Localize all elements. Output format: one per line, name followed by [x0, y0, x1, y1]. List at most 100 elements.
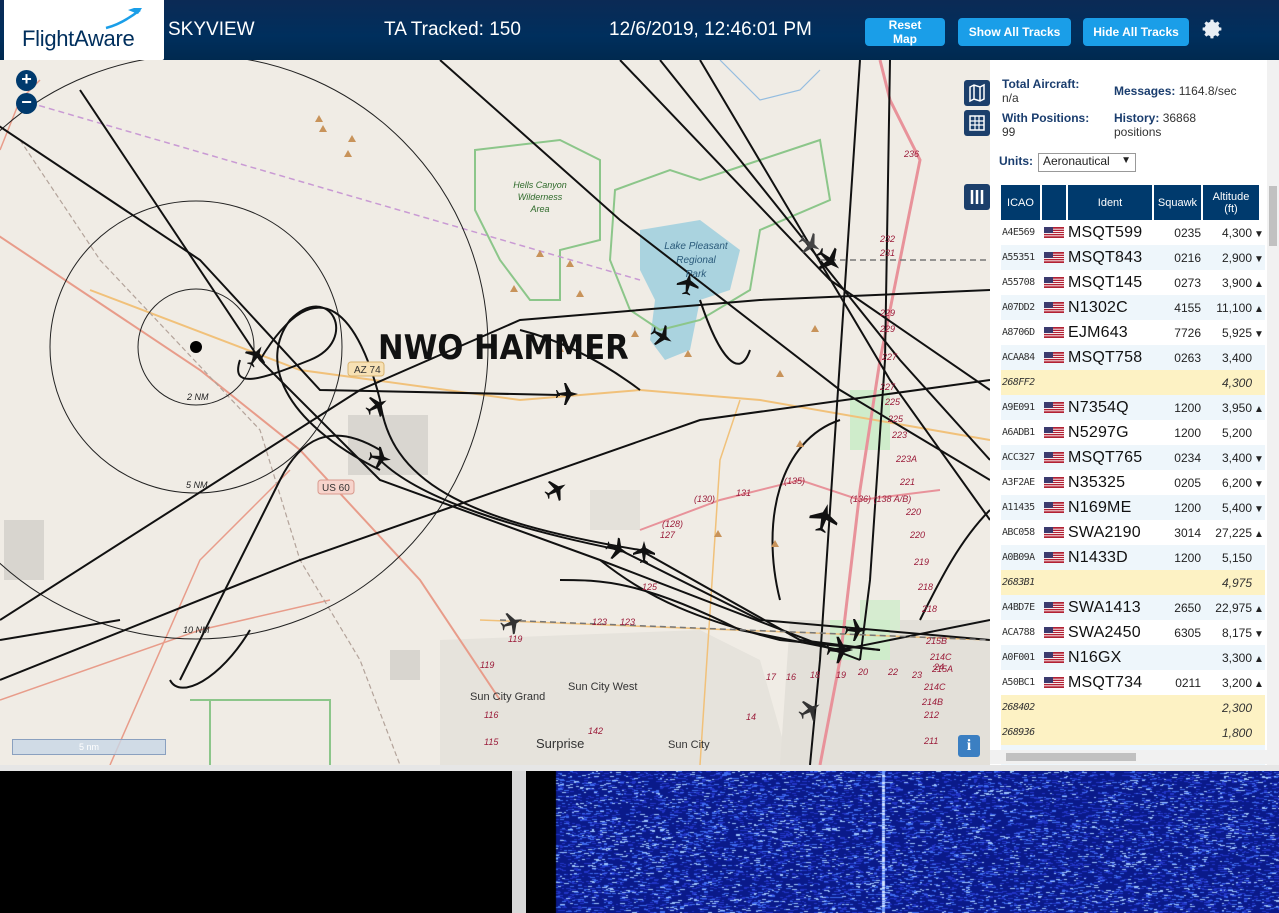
- svg-text:Hells Canyon: Hells Canyon: [513, 180, 567, 190]
- table-row[interactable]: 268402 2,300: [1001, 695, 1265, 720]
- show-all-tracks-button[interactable]: Show All Tracks: [958, 18, 1071, 46]
- altitude-cell: 3,300 ▲: [1205, 651, 1265, 665]
- aircraft-sidebar: Total Aircraft: n/a With Positions: 99 M…: [990, 60, 1279, 765]
- table-row[interactable]: A4BD7E SWA1413 2650 22,975 ▲: [1001, 595, 1265, 620]
- squawk-cell: 1200: [1174, 550, 1201, 565]
- altitude-cell: 3,950 ▲: [1205, 401, 1265, 415]
- table-row[interactable]: A6ADB1 N5297G 1200 5,200: [1001, 420, 1265, 445]
- squawk-cell: 0216: [1174, 250, 1201, 265]
- table-row[interactable]: A55351 MSQT843 0216 2,900 ▼: [1001, 245, 1265, 270]
- altitude-cell: 6,200 ▼: [1205, 476, 1265, 490]
- messages-stat: Messages: 1164.8/sec: [1114, 84, 1237, 98]
- icao-cell: ABC058: [1002, 527, 1035, 538]
- altitude-trend-icon: ▼: [1254, 478, 1264, 490]
- table-header: ICAO Ident Squawk Altitude (ft): [1001, 185, 1265, 220]
- chevron-down-icon: ▼: [1121, 155, 1131, 166]
- flag-cell: [1044, 427, 1068, 438]
- table-row[interactable]: A55708 MSQT145 0273 3,900 ▲: [1001, 270, 1265, 295]
- flag-cell: [1044, 327, 1068, 338]
- col-squawk[interactable]: Squawk: [1154, 185, 1203, 220]
- waterfall-display: [526, 771, 1279, 913]
- scale-label: 5 nm: [78, 742, 99, 752]
- table-row[interactable]: A3F2AE N35325 0205 6,200 ▼: [1001, 470, 1265, 495]
- altitude-trend-icon: ▲: [1254, 678, 1264, 690]
- icao-cell: 268936: [1002, 727, 1035, 738]
- panel-divider[interactable]: [512, 771, 526, 913]
- svg-text:142: 142: [588, 726, 603, 736]
- table-row[interactable]: 2683B1 4,975: [1001, 570, 1265, 595]
- zoom-out-button[interactable]: −: [16, 93, 37, 114]
- col-icao[interactable]: ICAO: [1001, 185, 1042, 220]
- table-row[interactable]: ACC327 MSQT765 0234 3,400 ▼: [1001, 445, 1265, 470]
- flag-cell: [1044, 402, 1068, 413]
- squawk-cell: 4155: [1174, 300, 1201, 315]
- us-flag-icon: [1044, 277, 1064, 288]
- col-ident[interactable]: Ident: [1068, 185, 1154, 220]
- grid-icon[interactable]: [964, 110, 990, 136]
- map-canvas: 2 NM 5 NM 10 NM Hells Canyon Wilderness Ar…: [0, 60, 990, 765]
- table-row[interactable]: A0B09A N1433D 1200 5,150: [1001, 545, 1265, 570]
- columns-icon[interactable]: [964, 184, 990, 210]
- altitude-trend-icon: ▼: [1254, 628, 1264, 640]
- altitude-cell: 5,150: [1205, 551, 1265, 565]
- messages-value: 1164.8/sec: [1178, 84, 1237, 98]
- table-horizontal-scrollbar[interactable]: [990, 750, 1279, 764]
- table-body: A4E569 MSQT599 0235 4,300 ▼ A55351 MSQT843 0216…: [1001, 220, 1265, 765]
- scroll-thumb[interactable]: [1006, 753, 1136, 761]
- altitude-cell: 22,975 ▲: [1205, 601, 1265, 615]
- us-flag-icon: [1044, 252, 1064, 263]
- reset-map-button[interactable]: Reset Map: [865, 18, 945, 46]
- units-label: Units:: [999, 154, 1033, 168]
- svg-text:22: 22: [887, 667, 898, 677]
- icao-cell: 268FF2: [1002, 377, 1035, 388]
- flag-cell: [1044, 502, 1068, 513]
- svg-text:Sun City West: Sun City West: [568, 681, 638, 693]
- svg-text:Surprise: Surprise: [536, 736, 584, 751]
- units-select[interactable]: Aeronautical ▼: [1038, 153, 1136, 172]
- table-row[interactable]: A50BC1 MSQT734 0211 3,200 ▲: [1001, 670, 1265, 695]
- hide-all-tracks-button[interactable]: Hide All Tracks: [1083, 18, 1189, 46]
- scroll-thumb[interactable]: [1269, 186, 1277, 246]
- svg-text:225: 225: [884, 397, 901, 407]
- info-button[interactable]: i: [958, 735, 980, 757]
- table-row[interactable]: A0F001 N16GX 3,300 ▲: [1001, 645, 1265, 670]
- table-row[interactable]: ACAA84 MSQT758 0263 3,400: [1001, 345, 1265, 370]
- icao-cell: A3F2AE: [1002, 477, 1035, 488]
- zoom-in-button[interactable]: +: [16, 70, 37, 91]
- svg-text:Sun City: Sun City: [668, 739, 710, 751]
- table-row[interactable]: A4E569 MSQT599 0235 4,300 ▼: [1001, 220, 1265, 245]
- table-row[interactable]: 268FF2 4,300: [1001, 370, 1265, 395]
- svg-text:Lake Pleasant: Lake Pleasant: [664, 241, 729, 252]
- ident-cell: N35325: [1068, 473, 1126, 491]
- svg-text:116: 116: [484, 710, 498, 720]
- us-flag-icon: [1044, 227, 1064, 238]
- altitude-value: 8,175: [1221, 625, 1252, 640]
- ident-cell: MSQT145: [1068, 273, 1143, 291]
- col-altitude[interactable]: Altitude (ft): [1203, 185, 1261, 220]
- table-row[interactable]: A9E091 N7354Q 1200 3,950 ▲: [1001, 395, 1265, 420]
- flightaware-logo[interactable]: FlightAware: [4, 0, 164, 60]
- svg-text:227: 227: [881, 352, 898, 362]
- gear-icon[interactable]: [1200, 17, 1224, 41]
- table-vertical-scrollbar[interactable]: [1267, 60, 1279, 765]
- table-row[interactable]: ACA788 SWA2450 6305 8,175 ▼: [1001, 620, 1265, 645]
- table-row[interactable]: 268936 1,800: [1001, 720, 1265, 745]
- map-layers-icon[interactable]: [964, 80, 990, 106]
- history-unit: positions: [1114, 125, 1162, 139]
- svg-text:221: 221: [899, 477, 915, 487]
- flag-cell: [1044, 627, 1068, 638]
- map-view[interactable]: 2 NM 5 NM 10 NM Hells Canyon Wilderness Ar…: [0, 60, 990, 765]
- altitude-value: 3,900: [1221, 275, 1252, 290]
- squawk-cell: 0235: [1174, 225, 1201, 240]
- altitude-cell: 11,100 ▲: [1205, 301, 1265, 315]
- altitude-value: 22,975: [1215, 600, 1252, 615]
- table-row[interactable]: A8706D EJM643 7726 5,925 ▼: [1001, 320, 1265, 345]
- flag-cell: [1044, 527, 1068, 538]
- table-row[interactable]: ABC058 SWA2190 3014 27,225 ▲: [1001, 520, 1265, 545]
- table-row[interactable]: A11435 N169ME 1200 5,400 ▼: [1001, 495, 1265, 520]
- table-row[interactable]: A07DD2 N1302C 4155 11,100 ▲: [1001, 295, 1265, 320]
- altitude-cell: 5,400 ▼: [1205, 501, 1265, 515]
- altitude-cell: 3,400 ▼: [1205, 451, 1265, 465]
- svg-text:218: 218: [921, 604, 937, 614]
- svg-text:223: 223: [891, 430, 907, 440]
